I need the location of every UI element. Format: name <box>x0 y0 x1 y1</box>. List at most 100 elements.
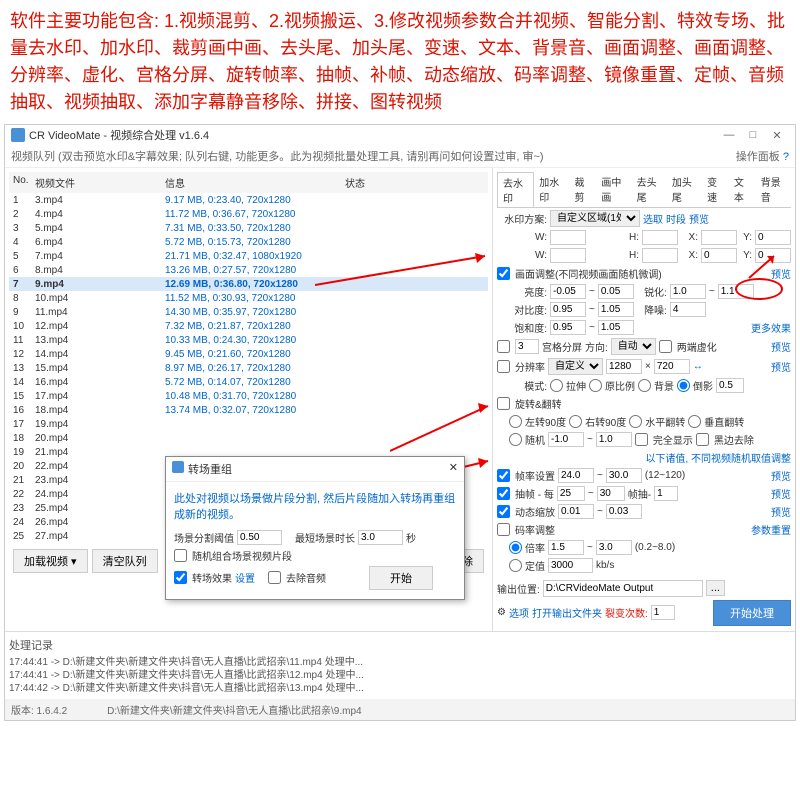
tab-item[interactable]: 画中画 <box>596 172 631 207</box>
random-combine-checkbox[interactable] <box>174 549 187 562</box>
bitrate-mult-max[interactable] <box>596 540 632 555</box>
browse-button[interactable]: ... <box>706 580 725 596</box>
dialog-start-button[interactable]: 开始 <box>369 566 433 590</box>
preview-link-7[interactable]: 预览 <box>771 504 791 519</box>
table-row[interactable]: 1416.mp45.72 MB, 0:14.07, 720x1280 <box>9 375 488 389</box>
fps-max-input[interactable] <box>606 468 642 483</box>
tab-item[interactable]: 文本 <box>729 172 756 207</box>
y1-input[interactable] <box>755 230 791 245</box>
x2-input[interactable] <box>701 248 737 263</box>
start-process-button[interactable]: 开始处理 <box>713 600 791 626</box>
random-rot-radio[interactable] <box>509 433 522 446</box>
dialog-close-button[interactable]: ✕ <box>449 461 458 477</box>
res-w-input[interactable] <box>606 359 642 374</box>
both-blur-checkbox[interactable] <box>659 340 672 353</box>
maximize-button[interactable]: □ <box>741 129 765 141</box>
table-row[interactable]: 1012.mp47.32 MB, 0:21.87, 720x1280 <box>9 319 488 333</box>
random-max-input[interactable] <box>596 432 632 447</box>
drop-min-input[interactable] <box>557 486 585 501</box>
table-row[interactable]: 1315.mp48.97 MB, 0:26.17, 720x1280 <box>9 361 488 375</box>
saturation-max[interactable] <box>598 320 634 335</box>
min-duration-input[interactable] <box>358 530 403 545</box>
x1-input[interactable] <box>701 230 737 245</box>
drop-frame-checkbox[interactable] <box>497 487 510 500</box>
output-path-input[interactable] <box>543 580 703 597</box>
bitrate-fixed-input[interactable] <box>548 558 593 573</box>
w2-input[interactable] <box>550 248 586 263</box>
rotate-left-radio[interactable] <box>509 415 522 428</box>
tab-item[interactable]: 裁剪 <box>570 172 597 207</box>
side-val-input[interactable] <box>716 378 744 393</box>
grid-checkbox[interactable] <box>497 340 510 353</box>
bitrate-checkbox[interactable] <box>497 523 510 536</box>
tab-item[interactable]: 变速 <box>702 172 729 207</box>
load-video-button[interactable]: 加载视频 ▾ <box>13 549 88 573</box>
fps-checkbox[interactable] <box>497 469 510 482</box>
flip-h-radio[interactable] <box>629 415 642 428</box>
background-radio[interactable] <box>638 379 651 392</box>
h1-input[interactable] <box>642 230 678 245</box>
transition-effect-checkbox[interactable] <box>174 571 187 584</box>
clear-list-button[interactable]: 清空队列 <box>92 549 158 573</box>
keep-ratio-radio[interactable] <box>589 379 602 392</box>
wm-scheme-select[interactable]: 自定义区域(1处) <box>550 210 640 227</box>
preview-link-4[interactable]: 预览 <box>771 359 791 374</box>
tab-item[interactable]: 加水印 <box>534 172 569 207</box>
grid-val-input[interactable] <box>515 339 539 354</box>
preview-link-5[interactable]: 预览 <box>771 468 791 483</box>
h2-input[interactable] <box>642 248 678 263</box>
close-button[interactable]: ✕ <box>765 129 789 142</box>
minimize-button[interactable]: — <box>717 129 741 141</box>
tab-item[interactable]: 去水印 <box>497 172 534 207</box>
tab-item[interactable]: 去头尾 <box>632 172 667 207</box>
open-output-link[interactable]: 打开输出文件夹 <box>532 605 602 620</box>
table-row[interactable]: 911.mp414.30 MB, 0:35.97, 720x1280 <box>9 305 488 319</box>
rotate-right-radio[interactable] <box>569 415 582 428</box>
tab-item[interactable]: 背景音 <box>756 172 791 207</box>
table-row[interactable]: 1618.mp413.74 MB, 0:32.07, 720x1280 <box>9 403 488 417</box>
zoom-max-input[interactable] <box>606 504 642 519</box>
adjust-checkbox[interactable] <box>497 267 510 280</box>
table-row[interactable]: 35.mp47.31 MB, 0:33.50, 720x1280 <box>9 221 488 235</box>
zoom-min-input[interactable] <box>558 504 594 519</box>
table-row[interactable]: 57.mp421.71 MB, 0:32.47, 1080x1920 <box>9 249 488 263</box>
brightness-max[interactable] <box>598 284 634 299</box>
swap-wh-button[interactable]: ↔ <box>693 361 703 372</box>
bitrate-mult-min[interactable] <box>548 540 584 555</box>
select-link[interactable]: 选取 <box>643 211 663 226</box>
table-row[interactable]: 1719.mp4 <box>9 417 488 431</box>
table-row[interactable]: 1214.mp49.45 MB, 0:21.60, 720x1280 <box>9 347 488 361</box>
black-border-checkbox[interactable] <box>696 433 709 446</box>
contrast-max[interactable] <box>598 302 634 317</box>
preview-link-1[interactable]: 预览 <box>689 211 709 226</box>
resolution-select[interactable]: 自定义 <box>548 358 603 375</box>
options-link[interactable]: 选项 <box>509 605 529 620</box>
flip-v-radio[interactable] <box>688 415 701 428</box>
table-row[interactable]: 810.mp411.52 MB, 0:30.93, 720x1280 <box>9 291 488 305</box>
random-min-input[interactable] <box>548 432 584 447</box>
fps-min-input[interactable] <box>558 468 594 483</box>
gamma-val[interactable] <box>670 302 706 317</box>
preview-link-6[interactable]: 预览 <box>771 486 791 501</box>
table-row[interactable]: 1820.mp4 <box>9 431 488 445</box>
zoom-checkbox[interactable] <box>497 505 510 518</box>
side-radio[interactable] <box>677 379 690 392</box>
transition-settings-link[interactable]: 设置 <box>235 570 255 585</box>
table-row[interactable]: 13.mp49.17 MB, 0:23.40, 720x1280 <box>9 193 488 207</box>
split-threshold-input[interactable] <box>237 530 282 545</box>
delete-link[interactable]: 时段 <box>666 211 686 226</box>
sharpness-min[interactable] <box>670 284 706 299</box>
drop-max-input[interactable] <box>597 486 625 501</box>
table-row[interactable]: 1113.mp410.33 MB, 0:24.30, 720x1280 <box>9 333 488 347</box>
table-row[interactable]: 46.mp45.72 MB, 0:15.73, 720x1280 <box>9 235 488 249</box>
table-row[interactable]: 79.mp412.69 MB, 0:36.80, 720x1280 <box>9 277 488 291</box>
bitrate-mult-radio[interactable] <box>509 541 522 554</box>
param-reset-link[interactable]: 参数重置 <box>751 522 791 537</box>
sharpness-max[interactable] <box>718 284 754 299</box>
resolution-checkbox[interactable] <box>497 360 510 373</box>
rotate-checkbox[interactable] <box>497 397 510 410</box>
split-count-input[interactable] <box>651 605 675 620</box>
table-row[interactable]: 24.mp411.72 MB, 0:36.67, 720x1280 <box>9 207 488 221</box>
w1-input[interactable] <box>550 230 586 245</box>
grid-dir-select[interactable]: 自动 <box>611 338 656 355</box>
